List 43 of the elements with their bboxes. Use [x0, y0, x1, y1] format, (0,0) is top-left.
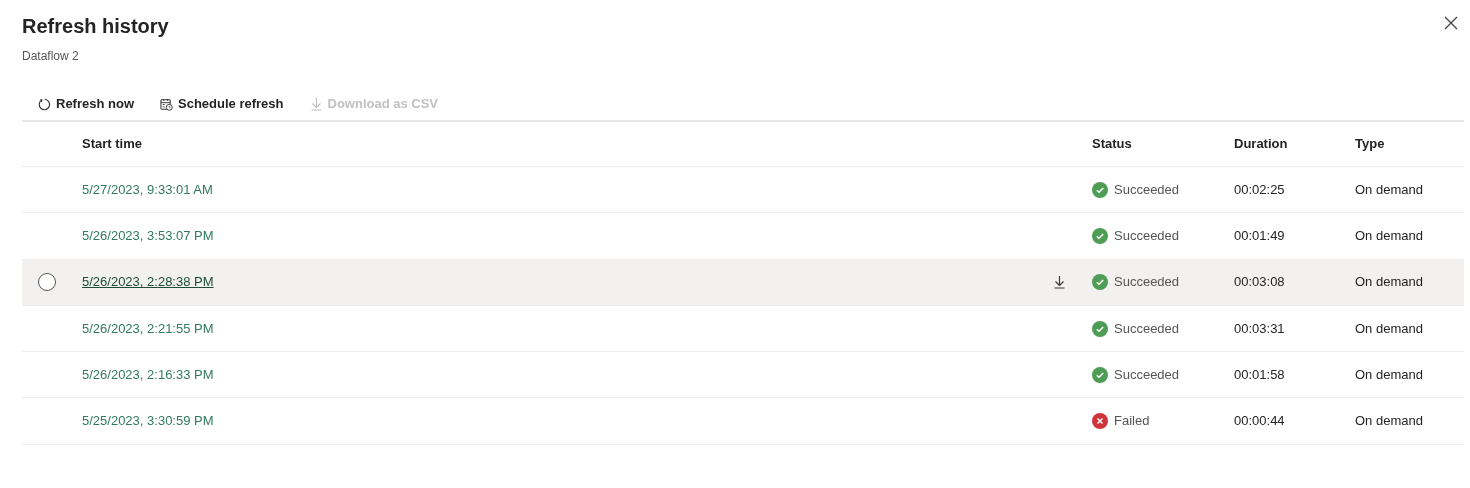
duration-cell: 00:03:08: [1234, 274, 1285, 290]
table-row[interactable]: 5/26/2023, 2:21:55 PM Succeeded 00:03:31 On demand: [22, 305, 1464, 353]
status-text: Succeeded: [1114, 180, 1180, 199]
calendar-clock-icon: [160, 97, 173, 111]
column-header[interactable]: Type: [1355, 136, 1385, 152]
status-text: Succeeded: [1114, 319, 1180, 338]
duration-cell: 00:00:44: [1234, 413, 1285, 429]
column-header[interactable]: Status: [1092, 136, 1132, 152]
start-time-link[interactable]: 5/26/2023, 2:16:33 PM: [82, 365, 214, 385]
row-select-radio[interactable]: [38, 273, 56, 292]
column-header[interactable]: Duration: [1234, 136, 1288, 152]
panel-subtitle: Dataflow 2: [22, 48, 80, 65]
column-header[interactable]: Start time: [82, 136, 142, 152]
status-text: Succeeded: [1114, 227, 1180, 246]
status-text: Failed: [1114, 412, 1150, 431]
start-time-link[interactable]: 5/26/2023, 3:53:07 PM: [82, 226, 214, 246]
start-time-link[interactable]: 5/25/2023, 3:30:59 PM: [82, 411, 214, 431]
table-row[interactable]: 5/26/2023, 2:28:38 PM Succeeded 00:03:08 On demand: [22, 259, 1464, 306]
duration-cell: 00:03:31: [1234, 320, 1285, 336]
type-cell: On demand: [1355, 320, 1423, 336]
table-row[interactable]: 5/26/2023, 3:53:07 PM Succeeded 00:01:49 On demand: [22, 213, 1464, 260]
duration-cell: 00:01:58: [1234, 367, 1285, 383]
status-text: Succeeded: [1114, 366, 1180, 385]
download-icon: [309, 97, 323, 111]
table-row[interactable]: 5/26/2023, 2:16:33 PM Succeeded 00:01:58 On demand: [22, 352, 1464, 399]
duration-cell: 00:02:25: [1234, 181, 1285, 197]
status-text: Succeeded: [1114, 273, 1180, 292]
schedule-button[interactable]: Schedule refresh: [160, 94, 284, 114]
type-cell: On demand: [1355, 367, 1423, 383]
duration-cell: 00:01:49: [1234, 228, 1285, 244]
start-time-link[interactable]: 5/26/2023, 2:21:55 PM: [82, 318, 214, 339]
panel-title: Refresh history: [22, 14, 169, 39]
table-row[interactable]: 5/25/2023, 3:30:59 PM Failed 00:00:44 On demand: [22, 398, 1464, 445]
type-cell: On demand: [1355, 181, 1423, 197]
refresh-button[interactable]: Refresh now: [38, 94, 134, 114]
refresh-icon: [38, 97, 51, 111]
download-icon[interactable]: [1053, 275, 1066, 290]
type-cell: On demand: [1355, 228, 1423, 244]
start-time-link[interactable]: 5/26/2023, 2:28:38 PM: [82, 272, 214, 292]
type-cell: On demand: [1355, 413, 1423, 429]
start-time-link[interactable]: 5/27/2023, 9:33:01 AM: [82, 179, 213, 200]
type-cell: On demand: [1355, 274, 1423, 290]
table-row[interactable]: 5/27/2023, 9:33:01 AM Succeeded 00:02:25 On demand: [22, 167, 1464, 214]
